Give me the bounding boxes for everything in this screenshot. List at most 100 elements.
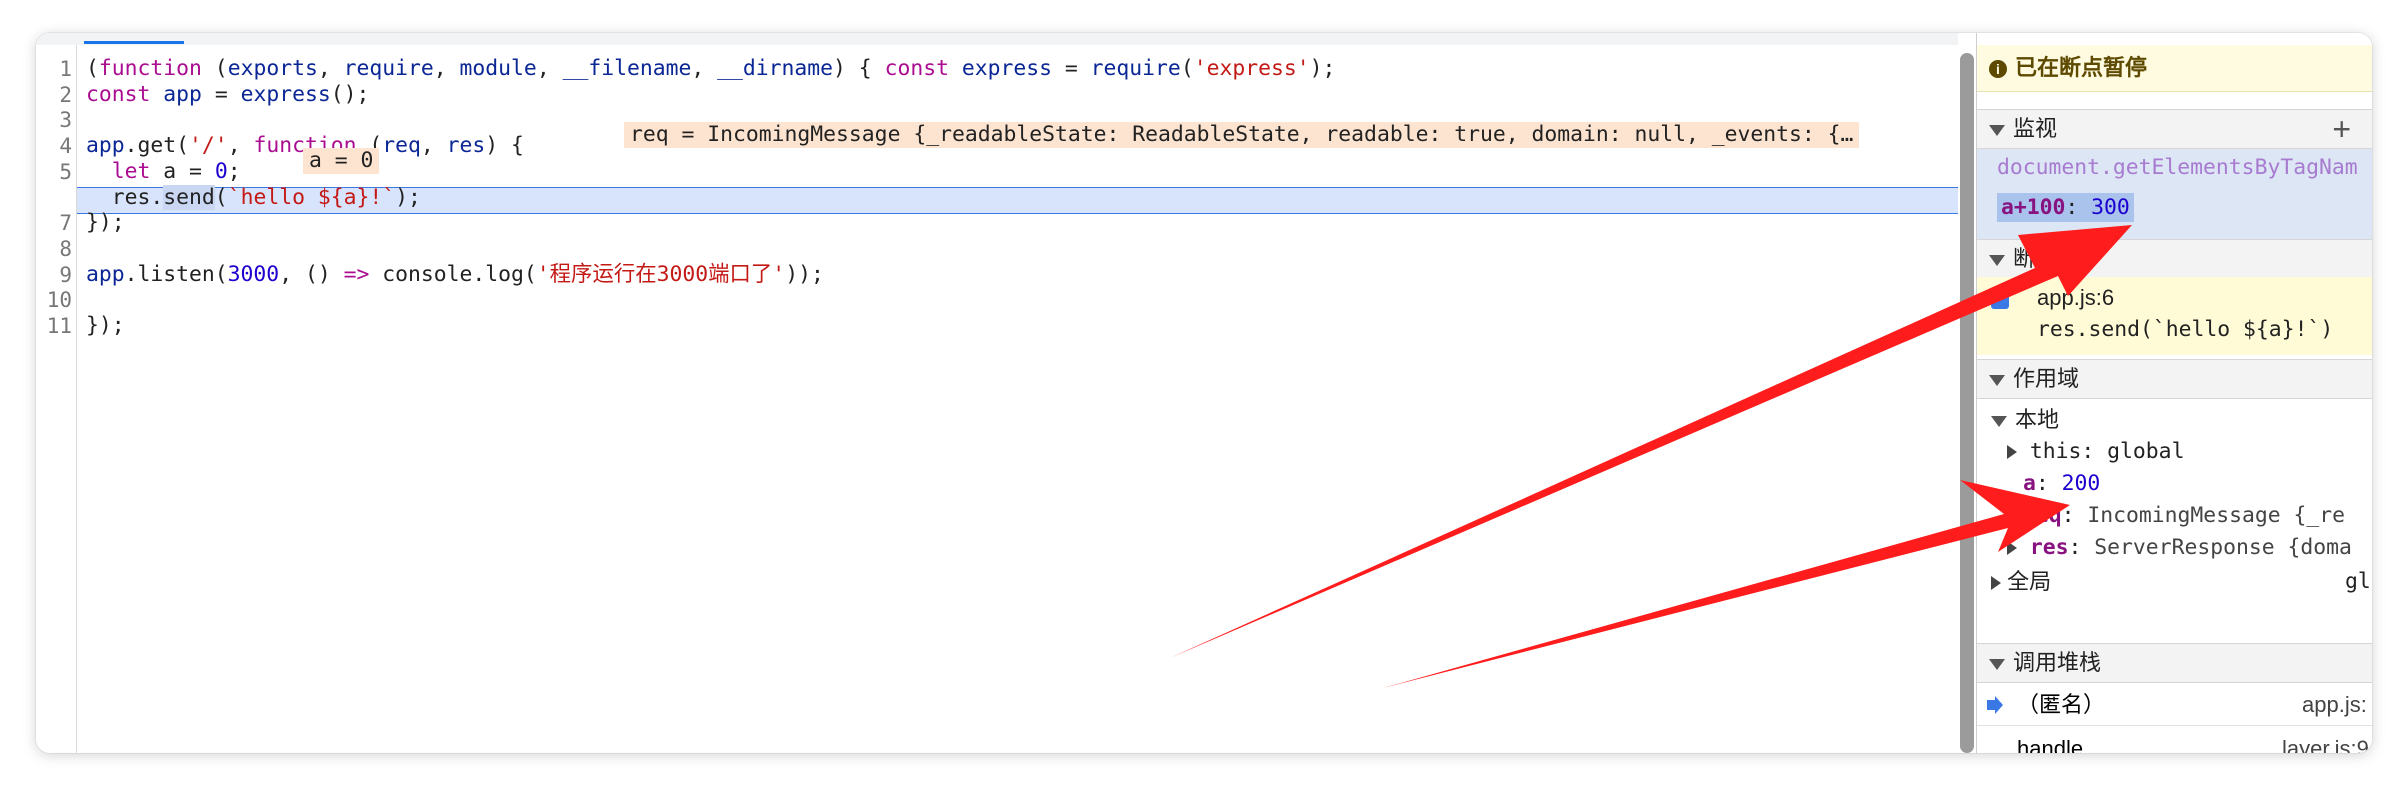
collapse-triangle-icon — [1989, 374, 2005, 386]
code-token: )); — [785, 261, 824, 287]
collapse-triangle-icon — [1989, 254, 2005, 266]
scope-req-key: req — [2023, 503, 2062, 528]
code-token: a = — [150, 158, 215, 184]
code-line[interactable]: }); — [86, 313, 125, 339]
code-token: `hello ${a}!` — [227, 184, 396, 210]
line-number[interactable]: 10 — [36, 287, 72, 313]
line-number[interactable]: 1 — [36, 56, 72, 82]
source-editor[interactable]: 1 2 3 4 5 6 7 8 9 10 11 (function (exports, requir… — [36, 33, 1974, 753]
code-token: __dirname — [717, 56, 834, 81]
scope-this-key: this — [2029, 439, 2082, 464]
code-token: function — [98, 56, 202, 81]
code-token: 3000 — [227, 261, 280, 287]
code-token: const — [884, 56, 949, 81]
line-number-gutter[interactable]: 1 2 3 4 5 6 7 8 9 10 11 — [36, 45, 77, 753]
call-frame-row[interactable]: （匿名） app.js: — [1977, 685, 2372, 726]
breakpoint-code: res.send(`hello ${a}!`) — [2037, 317, 2334, 342]
line-number[interactable]: 3 — [36, 107, 72, 133]
scope-this-value: global — [2107, 439, 2185, 464]
inline-value-req: req = IncomingMessage {_readableState: R… — [624, 122, 1860, 148]
collapse-triangle-icon — [1989, 124, 2005, 136]
code-token: let — [111, 158, 151, 184]
call-frame-location: app.js: — [2302, 692, 2367, 717]
code-token: exports — [227, 56, 318, 81]
code-token: req — [382, 133, 421, 159]
code-token: require — [343, 56, 434, 81]
line-number[interactable]: 11 — [36, 313, 72, 339]
editor-scrollbar[interactable] — [1960, 53, 1974, 753]
code-token: app — [163, 81, 202, 107]
code-token: .get( — [124, 133, 190, 159]
code-line[interactable]: let a = 0; — [86, 159, 241, 185]
code-token: ) { — [485, 133, 524, 159]
line-number[interactable]: 9 — [36, 262, 72, 288]
code-token: .listen( — [124, 261, 228, 287]
scope-global-row[interactable]: 全局 glo — [1991, 567, 2372, 597]
code-token: express — [961, 56, 1053, 81]
paused-label: 已在断点暂停 — [2015, 55, 2148, 80]
code-token: __filename — [562, 56, 692, 81]
watch-expr2-key: a+100 — [2001, 195, 2066, 220]
expand-arrow-icon — [2007, 445, 2017, 459]
scope-res-key: res — [2029, 535, 2069, 560]
code-token: send — [163, 184, 215, 210]
line-number[interactable]: 4 — [36, 133, 72, 159]
scope-local-row[interactable]: 本地 — [1977, 405, 2059, 435]
code-token: module — [459, 56, 537, 81]
paused-banner: i 已在断点暂停 — [1977, 45, 2372, 92]
code-token: app — [86, 261, 125, 287]
code-token: , — [433, 56, 460, 81]
breakpoints-title: 断点 — [2013, 246, 2058, 271]
code-line[interactable]: const app = express(); — [86, 82, 369, 108]
scope-this-row[interactable]: this: global — [2007, 437, 2184, 467]
code-token: , — [536, 56, 563, 81]
screenshot-frame: 1 2 3 4 5 6 7 8 9 10 11 (function (exports, requir… — [36, 33, 2372, 753]
code-token: console.log( — [369, 261, 537, 287]
line-number[interactable]: 5 — [36, 159, 72, 185]
code-token: => — [343, 261, 370, 287]
line-number[interactable]: 8 — [36, 236, 72, 262]
code-line[interactable]: res.send(`hello ${a}!`); — [86, 184, 421, 211]
call-stack-section-header[interactable]: 调用堆栈 — [1977, 643, 2372, 683]
scope-global-title: 全局 — [2007, 569, 2052, 594]
line-number[interactable]: 2 — [36, 82, 72, 108]
line-number[interactable]: 7 — [36, 210, 72, 236]
breakpoint-item[interactable]: app.js:6 res.send(`hello ${a}!`) — [1977, 277, 2372, 355]
line-number[interactable]: 6 — [36, 185, 72, 211]
watch-expression-1[interactable]: document.getElementsByTagNam — [1997, 155, 2358, 180]
scope-local-title: 本地 — [2015, 407, 2060, 432]
call-frame-row[interactable]: handle layer.js:9 — [1977, 729, 2372, 753]
code-token: 'express' — [1193, 56, 1310, 81]
code-token: app — [86, 133, 125, 159]
breakpoints-section-header[interactable]: 断点 — [1977, 239, 2372, 279]
scope-res-row[interactable]: res: ServerResponse {doma — [2007, 533, 2352, 563]
editor-tab-bar — [36, 33, 1958, 45]
code-token: , — [420, 133, 447, 159]
expand-arrow-icon — [2007, 541, 2017, 555]
code-token: , — [691, 56, 718, 81]
code-line[interactable]: }); — [86, 210, 125, 236]
code-line[interactable]: app.listen(3000, () => console.log('程序运行… — [86, 262, 824, 288]
scope-req-row[interactable]: req: IncomingMessage {_re — [2023, 501, 2345, 531]
scope-a-key: a — [2023, 471, 2036, 496]
watch-expression-2[interactable]: a+100: 300 — [1997, 193, 2134, 222]
watch-section-header[interactable]: 监视 + — [1977, 109, 2372, 149]
add-watch-button[interactable]: + — [2332, 110, 2351, 148]
code-token: , () — [279, 261, 344, 287]
code-token: const — [86, 81, 151, 107]
scope-a-row[interactable]: a: 200 — [2023, 469, 2100, 499]
code-token: ( — [1180, 56, 1194, 81]
scope-section-header[interactable]: 作用域 — [1977, 359, 2372, 399]
breakpoint-checkbox[interactable] — [1991, 291, 2009, 309]
code-token: ( — [86, 56, 99, 81]
code-token: }); — [86, 313, 125, 338]
code-token: (); — [330, 81, 370, 107]
code-token: , — [317, 56, 344, 81]
code-token: = — [1052, 56, 1091, 81]
code-token: ; — [227, 158, 241, 184]
current-frame-arrow-icon — [1987, 696, 2003, 714]
code-line[interactable]: (function (exports, require, module, __f… — [86, 56, 1335, 82]
scope-title: 作用域 — [2013, 366, 2080, 391]
